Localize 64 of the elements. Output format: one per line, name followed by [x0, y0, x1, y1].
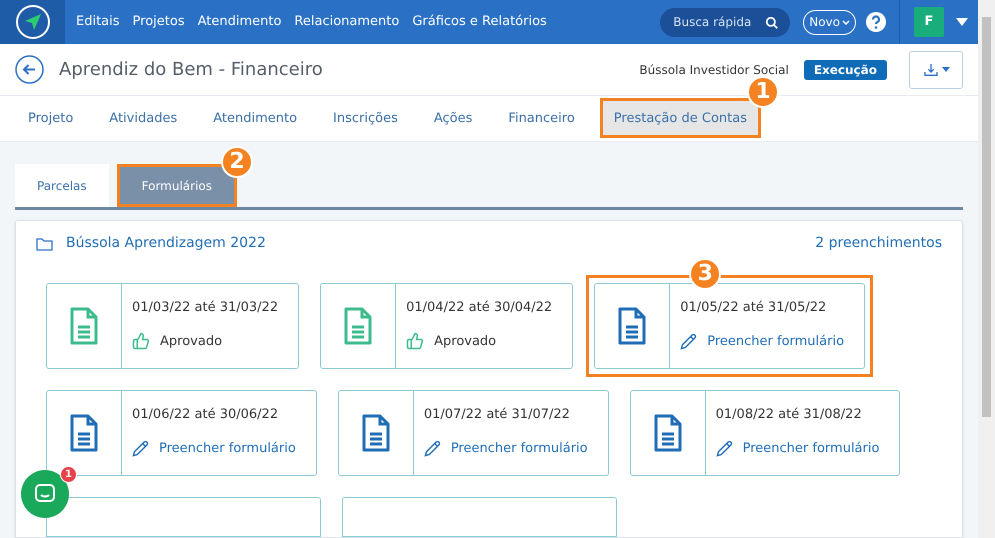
fill-form-link[interactable]: Preencher formulário — [742, 438, 880, 458]
submission-count[interactable]: 2 preenchimentos — [815, 233, 942, 254]
period-text: 01/03/22 até 31/03/22 — [132, 299, 278, 317]
export-dropdown-button[interactable] — [909, 50, 963, 89]
form-card[interactable]: 01/03/22 até 31/03/22 Aprovado — [46, 283, 300, 369]
document-icon — [617, 306, 648, 346]
nav-menu-item[interactable]: Projetos — [132, 12, 185, 32]
caret-icon[interactable] — [956, 18, 968, 26]
section-tab[interactable]: Projeto — [17, 98, 84, 138]
scrollbar[interactable] — [978, 0, 995, 538]
period-text: 01/07/22 até 31/07/22 — [424, 406, 571, 424]
document-icon — [360, 413, 391, 453]
form-card[interactable]: 01/08/22 até 31/08/22 Preencher formulário — [630, 390, 900, 476]
status-badge: Execução — [804, 60, 887, 80]
page-title: Aprendiz do Bem - Financeiro — [59, 58, 323, 82]
form-card[interactable] — [46, 497, 321, 537]
help-icon[interactable] — [865, 11, 887, 34]
compass-logo-icon[interactable] — [14, 4, 50, 40]
step-number-badge: 3 — [689, 258, 722, 290]
download-tray-icon — [922, 62, 938, 78]
nav-menu-item[interactable]: Gráficos e Relatórios — [412, 12, 547, 32]
form-card[interactable]: 01/07/22 até 31/07/22 Preencher formulário — [338, 390, 609, 476]
document-icon — [69, 306, 99, 346]
folder-title[interactable]: Bússola Aprendizagem 2022 — [66, 233, 266, 254]
section-tab[interactable]: Atendimento — [202, 98, 308, 138]
section-tab[interactable]: Prestação de Contas — [600, 98, 761, 138]
document-icon — [652, 413, 683, 453]
search-icon — [765, 16, 780, 30]
pencil-icon — [680, 332, 698, 350]
period-text: 01/08/22 até 31/08/22 — [716, 406, 863, 424]
period-text: 01/05/22 até 31/05/22 — [680, 299, 828, 317]
pencil-icon — [132, 440, 149, 457]
program-name: Bússola Investidor Social — [639, 62, 789, 79]
nav-menu-item[interactable]: Relacionamento — [294, 12, 400, 32]
period-text: 01/06/22 até 30/06/22 — [132, 406, 280, 424]
document-icon — [343, 306, 374, 346]
thumbs-up-icon — [406, 332, 424, 350]
section-tab[interactable]: Ações — [422, 98, 484, 138]
fill-form-link[interactable]: Preencher formulário — [450, 438, 588, 458]
fill-form-link[interactable]: Preencher formulário — [159, 438, 296, 458]
folder-icon — [36, 236, 53, 250]
section-tab[interactable]: Inscrições — [322, 98, 409, 138]
thumbs-up-icon — [132, 332, 150, 350]
caret-icon — [942, 67, 950, 72]
pencil-icon — [424, 440, 441, 457]
user-avatar[interactable]: F — [914, 7, 944, 38]
fill-form-link[interactable]: Preencher formulário — [707, 332, 844, 351]
form-card[interactable]: 01/05/22 até 31/05/22 Preencher formulário — [594, 283, 866, 369]
pencil-icon — [716, 440, 733, 457]
nav-menu-item[interactable]: Editais — [76, 12, 120, 32]
section-tab[interactable]: Financeiro — [497, 98, 586, 138]
subtab[interactable]: Parcelas — [15, 164, 109, 207]
new-dropdown-button[interactable]: Novo — [803, 10, 856, 35]
quick-search-field[interactable]: Busca rápida — [660, 8, 790, 37]
document-icon — [69, 413, 99, 453]
section-tab[interactable]: Atividades — [98, 98, 188, 138]
chevron-icon — [842, 20, 850, 25]
period-text: 01/04/22 até 30/04/22 — [406, 299, 552, 317]
approved-status: Aprovado — [434, 332, 496, 350]
approved-status: Aprovado — [160, 332, 222, 350]
form-card[interactable]: 01/04/22 até 30/04/22 Aprovado — [320, 283, 574, 369]
nav-menu-item[interactable]: Atendimento — [198, 12, 282, 32]
step-number-badge: 2 — [221, 146, 254, 178]
chat-bubble-icon — [34, 483, 56, 505]
